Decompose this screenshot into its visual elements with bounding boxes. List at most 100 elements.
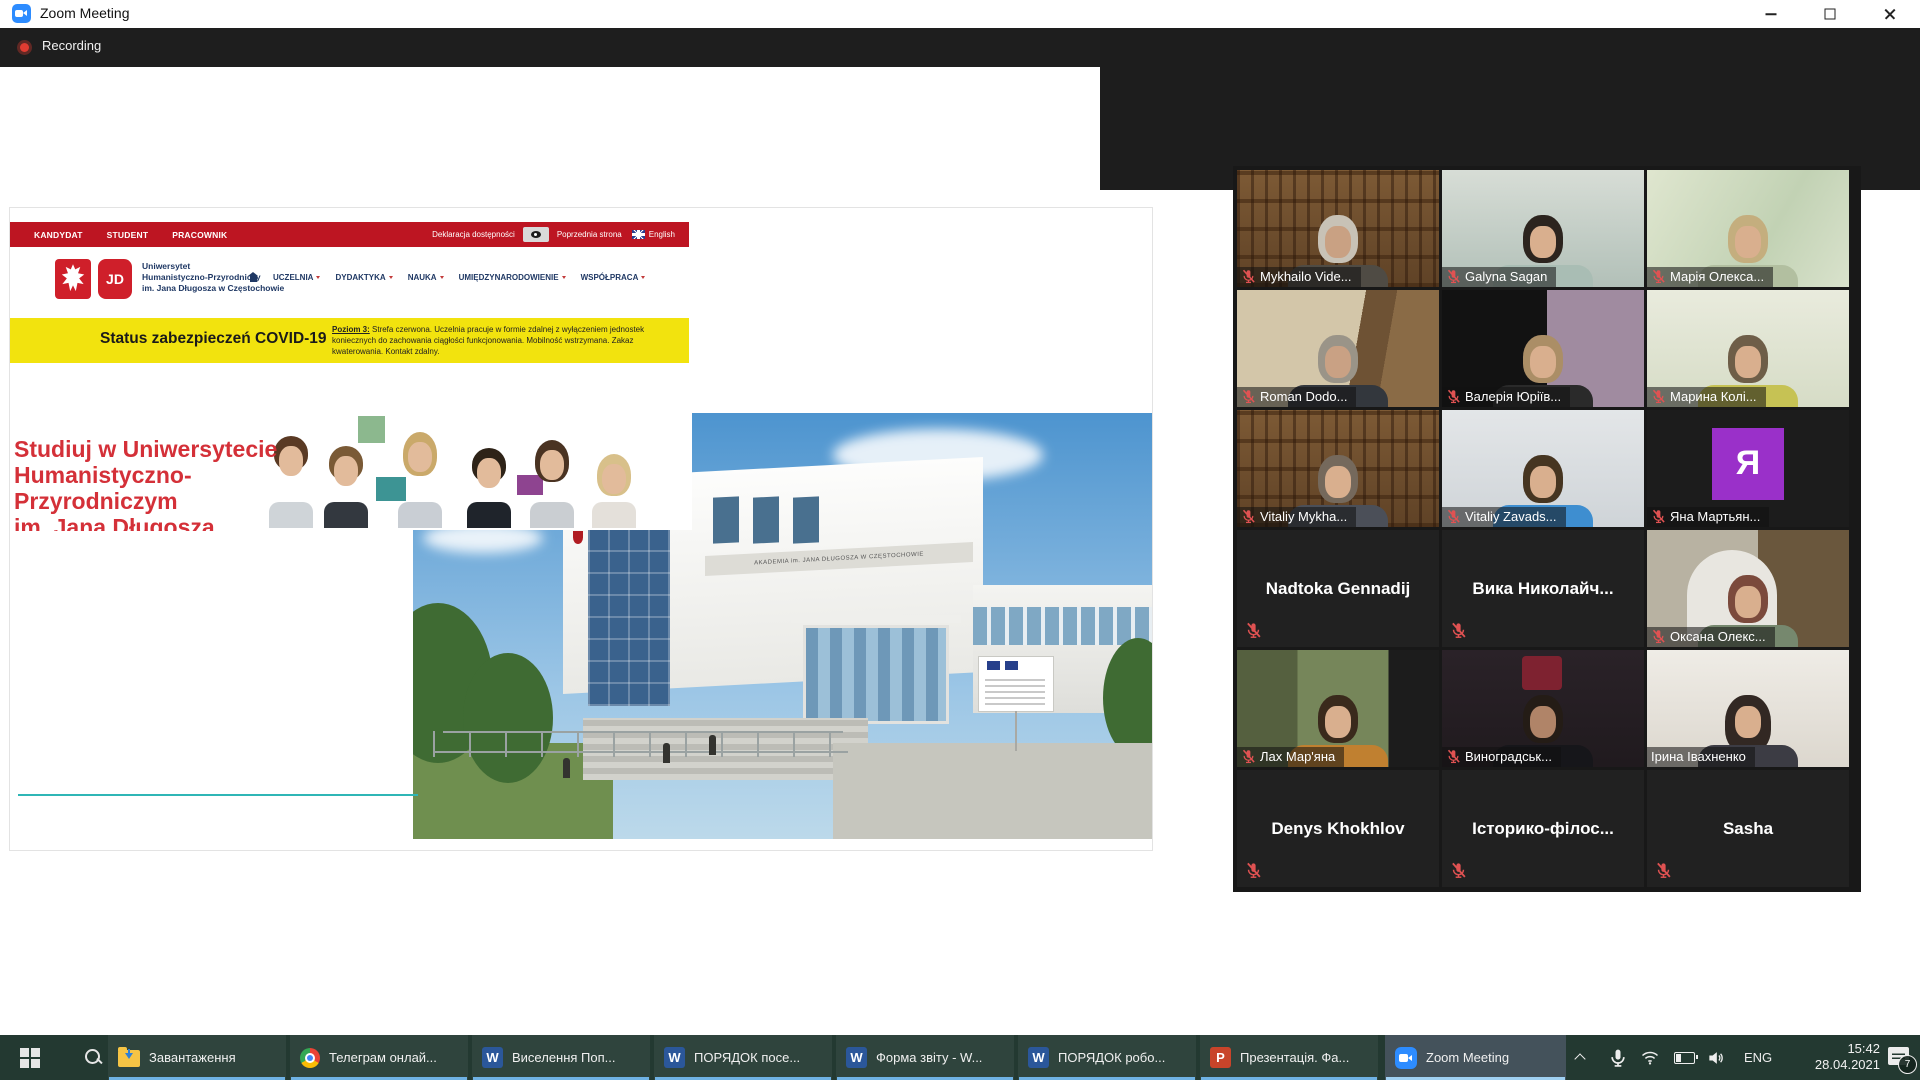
participant-name-label: Galyna Sagan bbox=[1442, 267, 1556, 287]
nav-wspolpraca[interactable]: WSPÓŁPRACA bbox=[581, 273, 646, 282]
participant-name-label: Vitaliy Zavads... bbox=[1442, 507, 1566, 527]
participant-name-label: Roman Dodo... bbox=[1237, 387, 1356, 407]
participant-name-label: Марина Колі... bbox=[1647, 387, 1766, 407]
poland-eagle-logo bbox=[55, 259, 91, 299]
participant-name: Denys Khokhlov bbox=[1271, 819, 1404, 839]
notification-badge: 7 bbox=[1898, 1055, 1917, 1074]
participant-tile[interactable]: Лах Мар'яна bbox=[1237, 650, 1439, 767]
site-link-kandydat[interactable]: KANDYDAT bbox=[34, 230, 83, 240]
participant-tile[interactable]: Roman Dodo... bbox=[1237, 290, 1439, 407]
participant-tile[interactable]: Я Яна Мартьян... bbox=[1647, 410, 1849, 527]
participant-name-label: Марія Олекса... bbox=[1647, 267, 1773, 287]
participant-name-label: Лах Мар'яна bbox=[1237, 747, 1344, 767]
participant-tile[interactable]: Марія Олекса... bbox=[1647, 170, 1849, 287]
participant-gallery: Mykhailo Vide... Galyna Sagan Марія Олек… bbox=[1233, 166, 1861, 892]
taskbar-app-word-2[interactable]: W ПОРЯДОК посе... bbox=[654, 1035, 832, 1080]
muted-mic-icon bbox=[1245, 622, 1262, 639]
covid-status-banner: Status zabezpieczeń COVID-19 Poziom 3: S… bbox=[10, 318, 689, 363]
muted-mic-icon bbox=[1245, 862, 1262, 879]
taskbar-app-zoom[interactable]: Zoom Meeting bbox=[1385, 1035, 1566, 1080]
site-header: JD Uniwersytet Humanistyczno-Przyrodnicz… bbox=[10, 247, 689, 310]
nav-dydaktyka[interactable]: DYDAKTYKA bbox=[335, 273, 392, 282]
site-accessibility-link[interactable]: Deklaracja dostępności bbox=[432, 230, 515, 239]
tray-time: 15:42 bbox=[1788, 1041, 1880, 1057]
participant-name-label: Виноградськ... bbox=[1442, 747, 1561, 767]
nav-uczelnia[interactable]: UCZELNIA bbox=[273, 273, 320, 282]
person-walking bbox=[709, 735, 716, 755]
taskbar-app-word-3[interactable]: W Форма звіту - W... bbox=[836, 1035, 1014, 1080]
home-icon[interactable] bbox=[248, 273, 258, 282]
zoom-app-icon bbox=[12, 4, 31, 23]
participant-tile[interactable]: Galyna Sagan bbox=[1442, 170, 1644, 287]
participant-tile[interactable]: Вика Николайч... bbox=[1442, 530, 1644, 647]
taskbar-app-word-1[interactable]: W Виселення Поп... bbox=[472, 1035, 650, 1080]
nav-umiedzynarodowienie[interactable]: UMIĘDZYNARODOWIENIE bbox=[459, 273, 566, 282]
tray-date: 28.04.2021 bbox=[1788, 1057, 1880, 1073]
participant-tile-active-speaker[interactable]: Ірина Івахненко bbox=[1647, 650, 1849, 767]
muted-mic-icon bbox=[1651, 629, 1666, 644]
participant-tile[interactable]: Sasha bbox=[1647, 770, 1849, 887]
powerpoint-icon: P bbox=[1210, 1047, 1231, 1068]
participant-name: Sasha bbox=[1723, 819, 1773, 839]
tray-battery-icon[interactable] bbox=[1674, 1035, 1695, 1080]
participant-tile[interactable]: Оксана Олекс... bbox=[1647, 530, 1849, 647]
maximize-button[interactable] bbox=[1800, 0, 1859, 28]
chrome-icon bbox=[300, 1048, 320, 1068]
site-english-link[interactable]: English bbox=[649, 230, 675, 239]
plaza bbox=[833, 743, 1152, 839]
taskbar-app-powerpoint[interactable]: P Презентація. Фа... bbox=[1200, 1035, 1378, 1080]
participant-name: Nadtoka Gennadij bbox=[1266, 579, 1411, 599]
participant-tile[interactable]: Vitaliy Zavads... bbox=[1442, 410, 1644, 527]
tray-language[interactable]: ENG bbox=[1744, 1035, 1772, 1080]
tree bbox=[463, 653, 553, 783]
tray-clock[interactable]: 15:42 28.04.2021 bbox=[1788, 1041, 1880, 1073]
windows-taskbar: Завантаження Телеграм онлай... W Виселен… bbox=[0, 1035, 1920, 1080]
building-emblem bbox=[573, 531, 583, 544]
site-link-student[interactable]: STUDENT bbox=[107, 230, 149, 240]
search-icon[interactable] bbox=[84, 1048, 102, 1066]
participant-tile[interactable]: Denys Khokhlov bbox=[1237, 770, 1439, 887]
participant-tile[interactable]: Nadtoka Gennadij bbox=[1237, 530, 1439, 647]
participant-avatar: Я bbox=[1712, 428, 1784, 500]
minimize-button[interactable] bbox=[1741, 0, 1800, 28]
participant-tile[interactable]: Марина Колі... bbox=[1647, 290, 1849, 407]
participant-name-label: Оксана Олекс... bbox=[1647, 627, 1775, 647]
muted-mic-icon bbox=[1450, 862, 1467, 879]
participant-tile[interactable]: Виноградськ... bbox=[1442, 650, 1644, 767]
muted-mic-icon bbox=[1446, 509, 1461, 524]
building-entrance-glass bbox=[803, 625, 949, 724]
muted-mic-icon bbox=[1241, 509, 1256, 524]
word-icon: W bbox=[846, 1047, 867, 1068]
participant-name: Вика Николайч... bbox=[1472, 579, 1613, 599]
window-title: Zoom Meeting bbox=[40, 5, 129, 21]
participant-name-label: Mykhailo Vide... bbox=[1237, 267, 1361, 287]
tray-chevron[interactable] bbox=[1576, 1035, 1586, 1080]
site-previous-page-link[interactable]: Poprzednia strona bbox=[557, 230, 622, 239]
close-button[interactable] bbox=[1859, 0, 1920, 28]
tray-wifi-icon[interactable] bbox=[1640, 1035, 1660, 1080]
accessibility-eye-icon[interactable] bbox=[523, 227, 549, 242]
muted-mic-icon bbox=[1651, 509, 1666, 524]
muted-mic-icon bbox=[1651, 269, 1666, 284]
taskbar-app-chrome[interactable]: Телеграм онлай... bbox=[290, 1035, 468, 1080]
site-topbar: KANDYDAT STUDENT PRACOWNIK Deklaracja do… bbox=[10, 222, 689, 247]
muted-mic-icon bbox=[1446, 269, 1461, 284]
site-link-pracownik[interactable]: PRACOWNIK bbox=[172, 230, 227, 240]
person-walking bbox=[663, 743, 670, 763]
university-logo: JD bbox=[98, 259, 132, 299]
muted-mic-icon bbox=[1446, 389, 1461, 404]
taskbar-app-word-4[interactable]: W ПОРЯДОК робо... bbox=[1018, 1035, 1196, 1080]
participant-tile[interactable]: Валерія Юріїв... bbox=[1442, 290, 1644, 407]
taskbar-app-downloads[interactable]: Завантаження bbox=[108, 1035, 286, 1080]
shared-screen-content: KANDYDAT STUDENT PRACOWNIK Deklaracja do… bbox=[10, 208, 1152, 850]
participant-name-label: Vitaliy Mykha... bbox=[1237, 507, 1356, 527]
tray-mic-icon[interactable] bbox=[1608, 1035, 1628, 1080]
participant-tile[interactable]: Історико-філос... bbox=[1442, 770, 1644, 887]
muted-mic-icon bbox=[1651, 389, 1666, 404]
nav-nauka[interactable]: NAUKA bbox=[408, 273, 444, 282]
participant-tile[interactable]: Vitaliy Mykha... bbox=[1237, 410, 1439, 527]
information-board bbox=[978, 656, 1054, 712]
participant-tile[interactable]: Mykhailo Vide... bbox=[1237, 170, 1439, 287]
tray-volume-icon[interactable] bbox=[1706, 1035, 1726, 1080]
start-button[interactable] bbox=[20, 1048, 39, 1067]
